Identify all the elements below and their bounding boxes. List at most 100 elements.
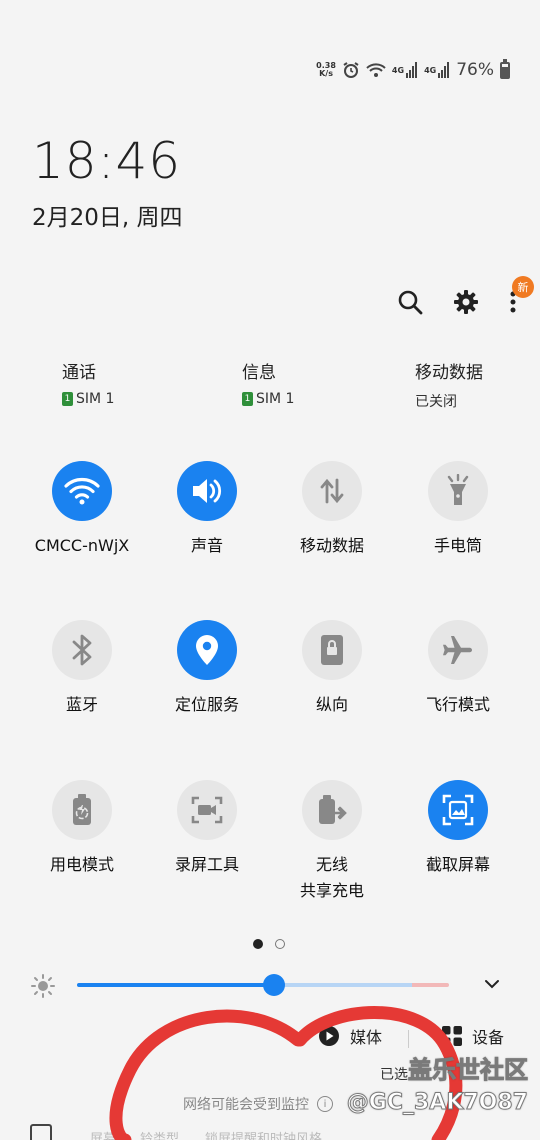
tile-wireless-share-label-line2: 共享充电 [299, 881, 364, 900]
media-label: 媒体 [350, 1028, 383, 1047]
tile-airplane-label: 飞行模式 [425, 695, 490, 714]
tile-wireless-share-label: 无线 共享充电 [300, 852, 364, 904]
panel-actions: 新 [396, 276, 534, 316]
devices-button[interactable]: 设备 [442, 1024, 504, 1048]
brightness-thumb[interactable] [263, 974, 286, 996]
tile-location-toggle[interactable] [177, 620, 237, 680]
devices-label: 设备 [472, 1028, 505, 1047]
devices-grid-icon [442, 1026, 462, 1046]
sim-call-sim-label: SIM 1 [76, 391, 115, 407]
tile-wifi[interactable]: CMCC-nWjX [17, 461, 147, 559]
tile-bluetooth-label: 蓝牙 [65, 695, 98, 714]
tile-sound-toggle[interactable] [177, 461, 237, 521]
tile-wifi-toggle[interactable] [52, 461, 112, 521]
info-icon[interactable]: i [317, 1096, 333, 1112]
tile-portrait[interactable]: 纵向 [267, 620, 397, 718]
sim-message-sub: 1 SIM 1 [242, 391, 294, 407]
search-button[interactable] [396, 288, 424, 316]
tile-screen-record-toggle[interactable] [177, 780, 237, 840]
bluetooth-icon [72, 634, 92, 666]
tile-flashlight-toggle[interactable] [428, 461, 488, 521]
tile-power-mode[interactable]: 用电模式 [17, 780, 147, 878]
screen-record-icon [191, 796, 223, 824]
search-icon [398, 290, 423, 315]
sim-call-sub: 1 SIM 1 [62, 391, 114, 407]
tile-screenshot-toggle[interactable] [428, 780, 488, 840]
screenshot-icon [442, 794, 474, 826]
clock-time[interactable]: 18:46 [32, 132, 181, 190]
net-type-2: 4G [424, 65, 437, 75]
tile-power-mode-label: 用电模式 [49, 855, 114, 874]
tile-location[interactable]: 定位服务 [142, 620, 272, 718]
net-speed: 0.38 K/s [316, 62, 336, 78]
tile-airplane-toggle[interactable] [428, 620, 488, 680]
more-options-button[interactable]: 新 [508, 276, 534, 316]
tile-power-mode-toggle[interactable] [52, 780, 112, 840]
tile-screenshot-label: 截取屏幕 [425, 855, 490, 874]
separator [408, 1030, 409, 1048]
tile-airplane[interactable]: 飞行模式 [393, 620, 523, 718]
power-mode-icon [73, 794, 91, 825]
sim-card-icon: 1 [242, 392, 253, 406]
tile-screen-record[interactable]: 录屏工具 [142, 780, 272, 878]
tile-mobile-data[interactable]: 移动数据 [267, 461, 397, 559]
net-speed-unit: K/s [319, 69, 333, 78]
net-type-1: 4G [391, 65, 405, 75]
settings-button[interactable] [452, 288, 480, 316]
tile-bluetooth-toggle[interactable] [52, 620, 112, 680]
tile-portrait-toggle[interactable] [302, 620, 362, 680]
sim-message-title: 信息 [242, 363, 276, 383]
tile-flashlight-label: 手电筒 [433, 536, 482, 555]
sim-call-item[interactable]: 通话 1 SIM 1 [62, 358, 114, 407]
network-monitor-text: 网络可能会受到监控 [183, 1097, 309, 1113]
media-button[interactable]: 媒体 [318, 1024, 382, 1048]
tile-wireless-share-label-line1: 无线 [315, 855, 348, 874]
sound-icon [193, 479, 222, 503]
tile-wifi-label: CMCC-nWjX [34, 536, 130, 555]
signal-1-icon [406, 62, 418, 78]
page-dot[interactable] [275, 939, 285, 949]
portrait-icon [321, 635, 343, 665]
bg-text-right: 锁屏提醒和时钟风格 [205, 1132, 323, 1140]
airplane-icon [443, 636, 472, 664]
sim-data-title: 移动数据 [415, 363, 483, 383]
flashlight-icon [447, 474, 469, 505]
status-bar: 0.38 K/s 4G 4G 76% [316, 56, 510, 84]
new-badge: 新 [512, 276, 534, 298]
sim-message-item[interactable]: 信息 1 SIM 1 [242, 358, 294, 407]
page-dot-active[interactable] [253, 939, 263, 949]
wifi-status-icon [366, 63, 386, 77]
tile-location-label: 定位服务 [174, 695, 239, 714]
battery-icon [500, 58, 510, 79]
bg-text-mid: 铃类型 [140, 1132, 180, 1140]
battery-percent: 76% [456, 60, 494, 80]
tile-sound-label: 声音 [190, 536, 223, 555]
watermark-line1: 盖乐世社区 [408, 1056, 529, 1085]
tile-flashlight[interactable]: 手电筒 [393, 461, 523, 559]
brightness-icon [31, 974, 55, 998]
tile-mobile-data-toggle[interactable] [302, 461, 362, 521]
mobile-data-icon [320, 478, 344, 504]
sim-message-sim-label: SIM 1 [256, 391, 295, 407]
sim-card-icon: 1 [62, 392, 73, 406]
tile-wireless-share-toggle[interactable] [302, 780, 362, 840]
tile-portrait-label: 纵向 [315, 695, 348, 714]
sim-data-sub: 已关闭 [415, 394, 457, 410]
network-monitor-note[interactable]: 网络可能会受到监控 i [183, 1094, 333, 1114]
tile-screenshot[interactable]: 截取屏幕 [393, 780, 523, 878]
sim-data-item[interactable]: 移动数据 已关闭 [415, 358, 483, 411]
tile-wireless-share[interactable]: 无线 共享充电 [267, 780, 397, 904]
sim-call-title: 通话 [62, 363, 96, 383]
tile-screen-record-label: 录屏工具 [174, 855, 239, 874]
app-icon [30, 1124, 52, 1140]
tile-sound[interactable]: 声音 [142, 461, 272, 559]
brightness-control [30, 970, 510, 1000]
background-notification-strip: 屏幕 铃类型 锁屏提醒和时钟风格 [0, 1124, 540, 1140]
chevron-down-icon[interactable] [484, 978, 500, 990]
play-circle-icon [319, 1026, 339, 1046]
wifi-icon [64, 478, 100, 505]
clock-date[interactable]: 2月20日, 周四 [32, 198, 183, 232]
bg-text-left: 屏幕 [90, 1132, 117, 1140]
watermark-line2: @GC_3AK7O87 [346, 1090, 528, 1116]
tile-bluetooth[interactable]: 蓝牙 [17, 620, 147, 718]
